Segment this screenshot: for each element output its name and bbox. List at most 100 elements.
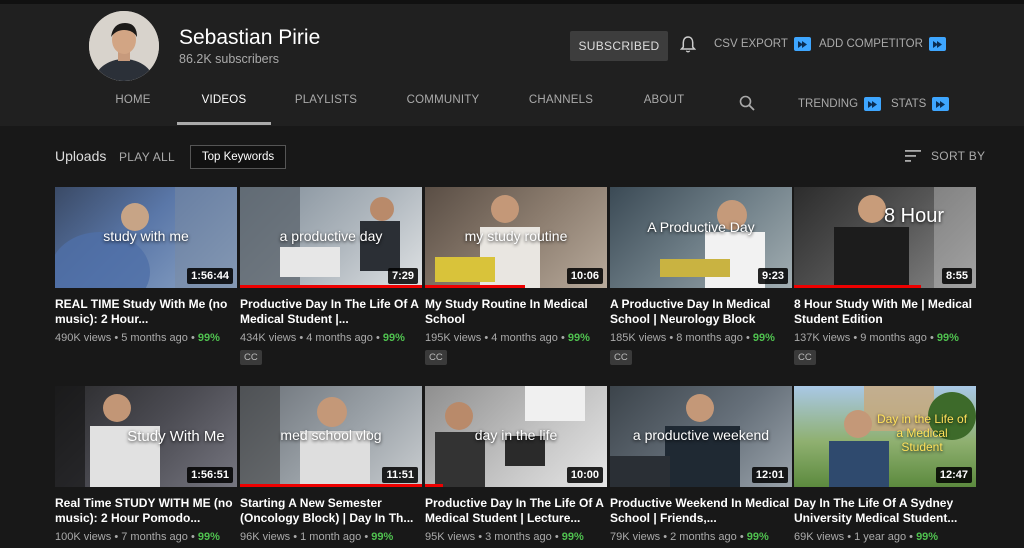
avatar[interactable]: [89, 11, 159, 81]
add-competitor-label: ADD COMPETITOR: [819, 38, 923, 50]
subscribed-button[interactable]: SUBSCRIBED: [570, 31, 668, 61]
thumbnail-text: Study With Me: [127, 428, 225, 445]
video-thumbnail[interactable]: a productive day 7:29: [240, 187, 422, 288]
video-title[interactable]: Productive Weekend In Medical School | F…: [610, 496, 792, 525]
video-duration: 8:55: [941, 268, 972, 284]
closed-captions-badge: CC: [610, 350, 632, 365]
sort-by-label: SORT BY: [931, 149, 986, 163]
search-icon[interactable]: [739, 95, 755, 111]
video-meta: 185K views • 8 months ago • 99%: [610, 332, 775, 344]
video-duration: 12:47: [935, 467, 972, 483]
thumbnail-text: day in the life: [474, 427, 558, 443]
closed-captions-badge: CC: [794, 350, 816, 365]
video-thumbnail[interactable]: my study routine 10:06: [425, 187, 607, 288]
thumbnail-text: a productive weekend: [632, 427, 770, 443]
thumbnail-text: study with me: [103, 228, 189, 244]
play-all-button[interactable]: PLAY ALL: [119, 150, 175, 164]
watch-progress-bar: [425, 484, 444, 487]
video-card[interactable]: med school vlog 11:51 Starting A New Sem…: [240, 386, 422, 543]
thumbnail-text: A Productive Day: [647, 219, 755, 235]
sort-icon: [905, 150, 921, 162]
top-strip: [0, 0, 1024, 4]
video-meta: 96K views • 1 month ago • 99%: [240, 531, 394, 543]
closed-captions-badge: CC: [240, 350, 262, 365]
video-title[interactable]: Day In The Life Of A Sydney University M…: [794, 496, 976, 525]
top-keywords-button[interactable]: Top Keywords: [190, 145, 286, 169]
video-card[interactable]: Day in the Life of a Medical Student 12:…: [794, 386, 976, 543]
video-card[interactable]: day in the life 10:00 Productive Day In …: [425, 386, 607, 543]
video-duration: 10:00: [566, 467, 603, 483]
video-meta: 195K views • 4 months ago • 99%: [425, 332, 590, 344]
video-thumbnail[interactable]: Day in the Life of a Medical Student 12:…: [794, 386, 976, 487]
stats-label: STATS: [891, 98, 927, 110]
video-title[interactable]: Productive Day In The Life Of A Medical …: [240, 297, 422, 326]
sort-by-button[interactable]: SORT BY: [905, 149, 985, 163]
thumbnail-text: 8 Hour: [884, 205, 945, 227]
video-title[interactable]: Real Time STUDY WITH ME (no music): 2 Ho…: [55, 496, 237, 525]
video-thumbnail[interactable]: med school vlog 11:51: [240, 386, 422, 487]
trending-button[interactable]: TRENDING: [798, 97, 882, 111]
tab-playlists[interactable]: PLAYLISTS: [288, 94, 364, 126]
extension-badge-icon: [864, 97, 882, 111]
watch-progress-bar: [425, 285, 526, 288]
csv-export-label: CSV EXPORT: [714, 38, 788, 50]
add-competitor-button[interactable]: ADD COMPETITOR: [819, 37, 946, 51]
thumbnail-text: med school vlog: [280, 427, 382, 443]
video-card[interactable]: 8 Hour 8:55 8 Hour Study With Me | Medic…: [794, 187, 976, 365]
video-meta: 79K views • 2 months ago • 99%: [610, 531, 769, 543]
channel-header: Sebastian Pirie 86.2K subscribers SUBSCR…: [0, 0, 1024, 126]
tab-about[interactable]: ABOUT: [638, 94, 690, 126]
video-meta: 100K views • 7 months ago • 99%: [55, 531, 220, 543]
watch-progress-bar: [240, 285, 422, 288]
tab-channels[interactable]: CHANNELS: [522, 94, 600, 126]
video-duration: 7:29: [387, 268, 418, 284]
video-thumbnail[interactable]: 8 Hour 8:55: [794, 187, 976, 288]
stats-button[interactable]: STATS: [891, 97, 950, 111]
video-title[interactable]: REAL TIME Study With Me (no music): 2 Ho…: [55, 297, 237, 326]
thumbnail-text: a productive day: [279, 228, 383, 244]
trending-label: TRENDING: [798, 98, 859, 110]
extension-badge-icon: [928, 37, 946, 51]
watch-progress-bar: [240, 484, 422, 487]
video-duration: 1:56:44: [187, 268, 233, 284]
bell-icon[interactable]: [680, 36, 696, 54]
video-thumbnail[interactable]: Study With Me 1:56:51: [55, 386, 237, 487]
video-thumbnail[interactable]: study with me 1:56:44: [55, 187, 237, 288]
subscriber-count: 86.2K subscribers: [179, 52, 280, 66]
thumbnail-text: my study routine: [464, 228, 568, 244]
extension-badge-icon: [932, 97, 950, 111]
video-card[interactable]: study with me 1:56:44 REAL TIME Study Wi…: [55, 187, 237, 344]
video-title[interactable]: A Productive Day In Medical School | Neu…: [610, 297, 792, 326]
video-title[interactable]: Starting A New Semester (Oncology Block)…: [240, 496, 422, 525]
video-card[interactable]: a productive day 7:29 Productive Day In …: [240, 187, 422, 365]
video-card[interactable]: Study With Me 1:56:51 Real Time STUDY WI…: [55, 386, 237, 543]
video-meta: 434K views • 4 months ago • 99%: [240, 332, 405, 344]
active-tab-indicator: [177, 122, 271, 125]
video-card[interactable]: A Productive Day 9:23 A Productive Day I…: [610, 187, 792, 365]
video-title[interactable]: Productive Day In The Life Of A Medical …: [425, 496, 607, 525]
closed-captions-badge: CC: [425, 350, 447, 365]
video-duration: 12:01: [751, 467, 788, 483]
video-duration: 9:23: [757, 268, 788, 284]
video-duration: 11:51: [382, 467, 418, 483]
video-meta: 69K views • 1 year ago • 99%: [794, 531, 939, 543]
watch-progress-bar: [794, 285, 922, 288]
video-meta: 95K views • 3 months ago • 99%: [425, 531, 584, 543]
uploads-heading[interactable]: Uploads: [55, 148, 106, 164]
csv-export-button[interactable]: CSV EXPORT: [714, 37, 811, 51]
video-duration: 10:06: [566, 268, 603, 284]
thumbnail-text: Day in the Life of a Medical Student: [876, 412, 968, 454]
video-thumbnail[interactable]: A Productive Day 9:23: [610, 187, 792, 288]
video-meta: 490K views • 5 months ago • 99%: [55, 332, 220, 344]
tab-community[interactable]: COMMUNITY: [400, 94, 486, 126]
video-title[interactable]: 8 Hour Study With Me | Medical Student E…: [794, 297, 976, 326]
video-card[interactable]: my study routine 10:06 My Study Routine …: [425, 187, 607, 365]
video-meta: 137K views • 9 months ago • 99%: [794, 332, 959, 344]
channel-name: Sebastian Pirie: [179, 26, 321, 49]
video-card[interactable]: a productive weekend 12:01 Productive We…: [610, 386, 792, 543]
tab-home[interactable]: HOME: [108, 94, 158, 126]
video-thumbnail[interactable]: a productive weekend 12:01: [610, 386, 792, 487]
video-title[interactable]: My Study Routine In Medical School: [425, 297, 607, 326]
video-thumbnail[interactable]: day in the life 10:00: [425, 386, 607, 487]
video-duration: 1:56:51: [187, 467, 233, 483]
